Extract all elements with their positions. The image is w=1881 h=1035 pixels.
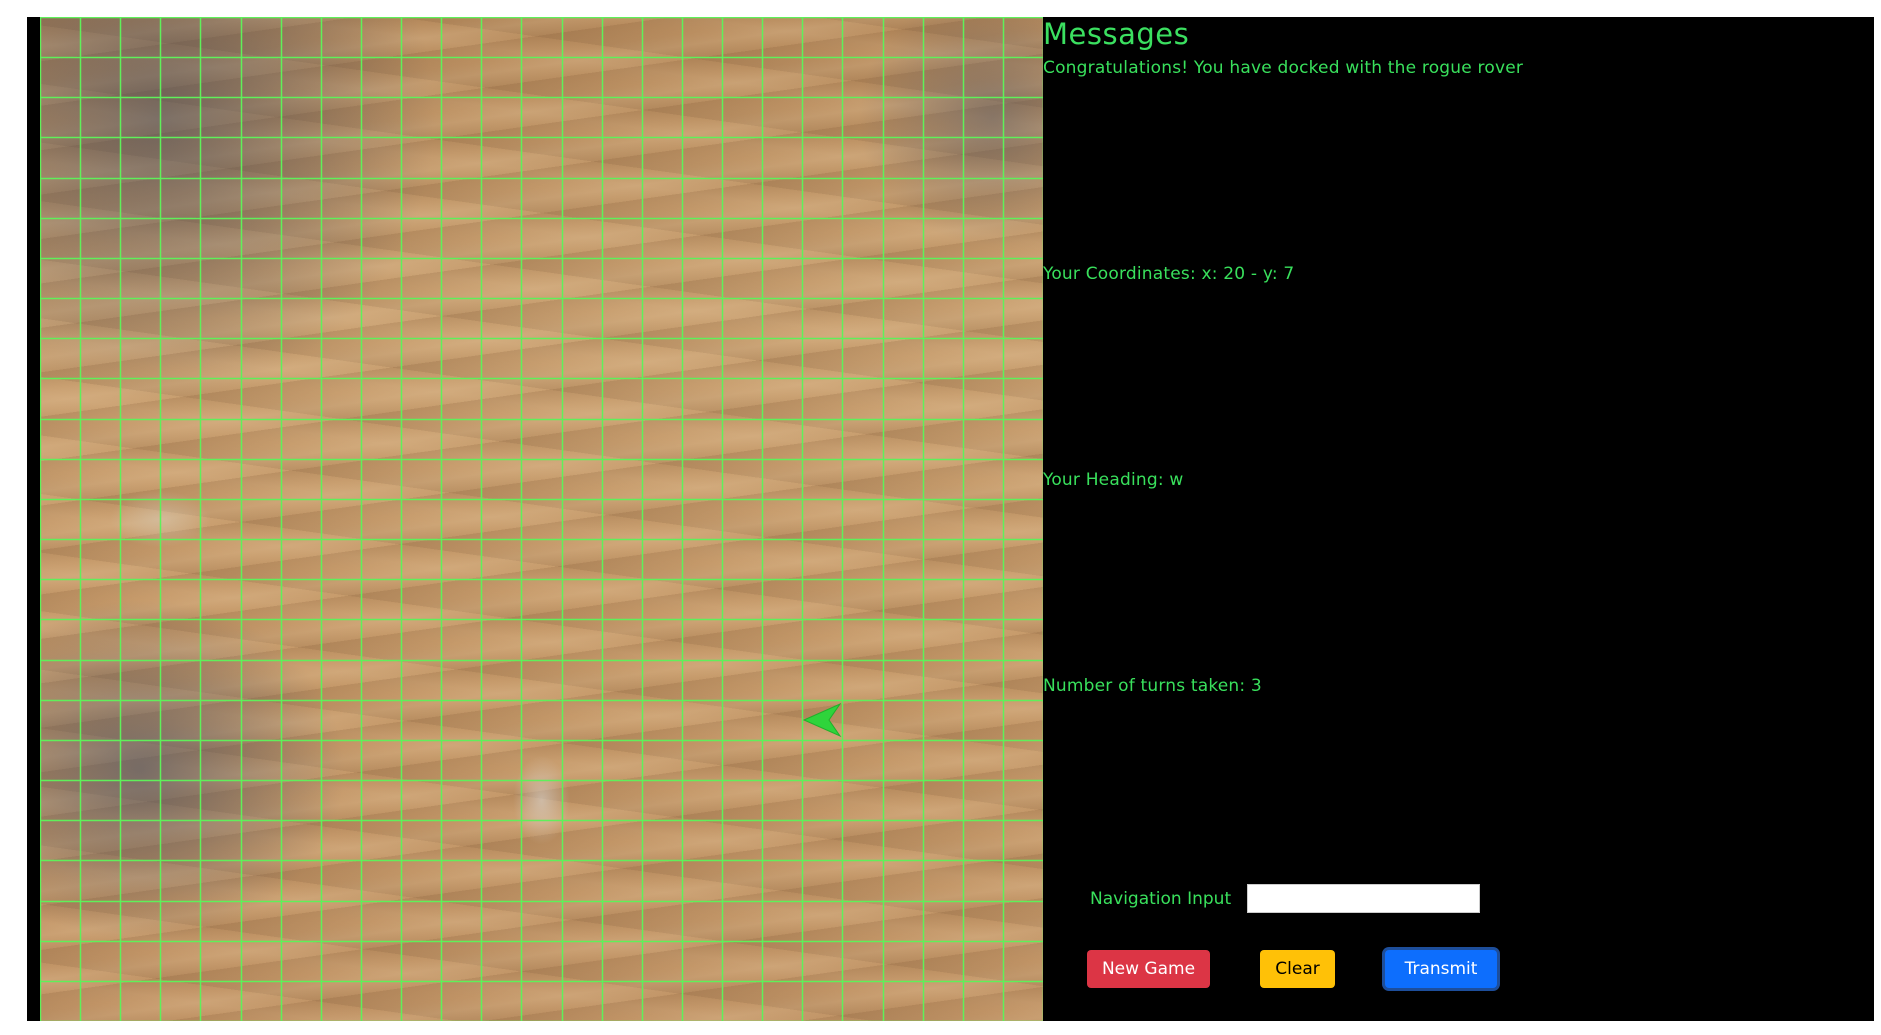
mars-map	[40, 17, 1043, 1021]
clear-button[interactable]: Clear	[1260, 950, 1335, 988]
turns-counter: Number of turns taken: 3	[1043, 676, 1262, 696]
messages-panel: Messages Congratulations! You have docke…	[1043, 17, 1874, 1021]
game-app: Messages Congratulations! You have docke…	[27, 17, 1874, 1021]
coordinates-readout: Your Coordinates: x: 20 - y: 7	[1043, 264, 1295, 284]
transmit-button[interactable]: Transmit	[1385, 950, 1497, 988]
map-grid	[40, 17, 1043, 1021]
rover-icon	[803, 702, 842, 737]
navigation-label: Navigation Input	[1090, 889, 1232, 909]
navigation-input[interactable]	[1247, 884, 1480, 913]
heading-readout: Your Heading: w	[1043, 470, 1184, 490]
new-game-button[interactable]: New Game	[1087, 950, 1210, 988]
messages-title: Messages	[1043, 17, 1190, 51]
status-message: Congratulations! You have docked with th…	[1043, 58, 1524, 78]
